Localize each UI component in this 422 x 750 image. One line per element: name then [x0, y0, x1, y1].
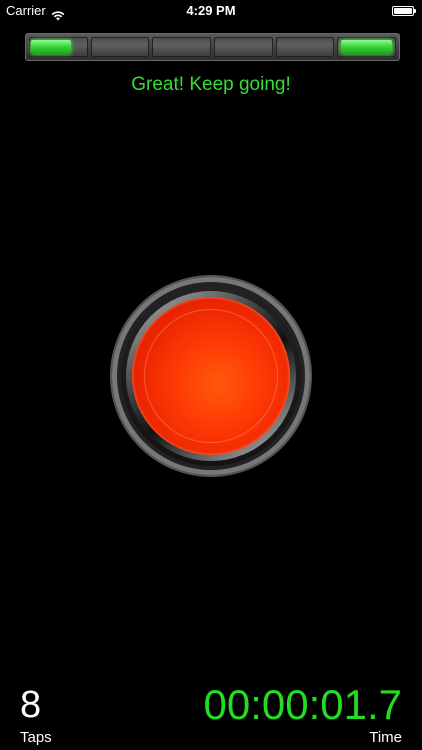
progress-segment [152, 37, 212, 57]
progress-segment [337, 37, 397, 57]
taps-label: Taps [20, 729, 52, 746]
timer-value: 00:00:01.7 [203, 681, 402, 728]
tap-button[interactable] [112, 277, 310, 475]
battery-icon [392, 6, 416, 16]
progress-segment [275, 37, 335, 57]
progress-segment [214, 37, 273, 57]
status-clock: 4:29 PM [186, 3, 236, 18]
tap-button-cap[interactable] [132, 297, 290, 455]
progress-meter [25, 33, 400, 61]
progress-segment [29, 37, 88, 57]
progress-segment [90, 37, 150, 57]
time-label: Time [369, 729, 402, 746]
taps-count: 8 [20, 684, 42, 726]
status-bar: Carrier 4:29 PM [0, 0, 422, 22]
feedback-message: Great! Keep going! [131, 74, 291, 95]
